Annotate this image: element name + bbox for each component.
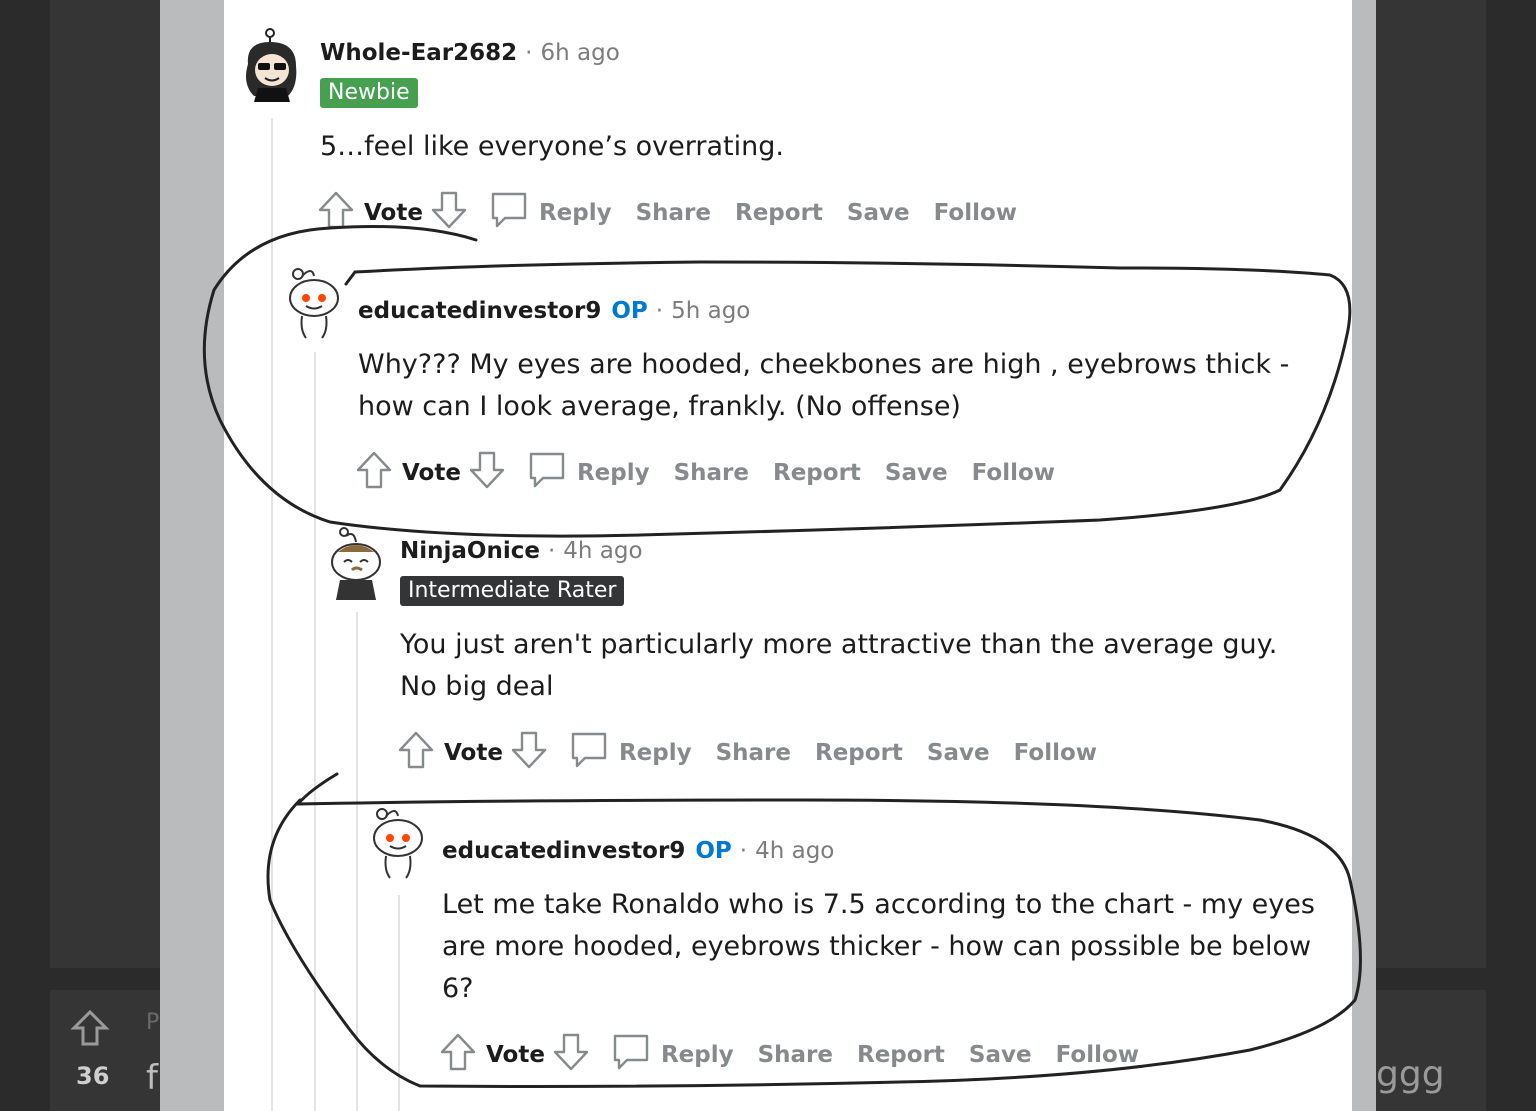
downvote-icon[interactable]: [511, 731, 547, 775]
comment-body-line: You just aren't particularly more attrac…: [400, 629, 1278, 660]
author-name[interactable]: Whole-Ear2682: [320, 40, 517, 66]
comment-meta: Whole-Ear2682 · 6h ago: [320, 40, 620, 66]
comment-body: Why??? My eyes are hooded, cheekbones ar…: [358, 344, 1289, 428]
timestamp[interactable]: 5h ago: [671, 298, 750, 324]
timestamp[interactable]: 4h ago: [563, 538, 642, 564]
comment-actions: Vote Reply Share Report Save Follow: [398, 730, 1097, 776]
comment-body-line: how can I look average, frankly. (No off…: [358, 391, 961, 422]
op-badge: OP: [695, 838, 732, 864]
upvote-icon[interactable]: [440, 1033, 476, 1077]
avatar[interactable]: [328, 524, 388, 606]
author-name[interactable]: educatedinvestor9: [358, 298, 601, 324]
background-text: f: [146, 1058, 158, 1098]
save-button[interactable]: Save: [927, 740, 990, 766]
comment-thread-card: Whole-Ear2682 · 6h ago Newbie 5…feel lik…: [224, 0, 1352, 1111]
share-button[interactable]: Share: [716, 740, 791, 766]
comment-bubble-icon[interactable]: [489, 190, 529, 236]
reply-button[interactable]: Reply: [661, 1042, 734, 1068]
thread-line[interactable]: [314, 352, 316, 1111]
background-text-top: P: [146, 1010, 160, 1035]
comment-body: Let me take Ronaldo who is 7.5 according…: [442, 884, 1315, 1010]
report-button[interactable]: Report: [815, 740, 903, 766]
thread-line[interactable]: [271, 118, 273, 1111]
comment-body-line: Let me take Ronaldo who is 7.5 according…: [442, 889, 1315, 920]
separator-dot: ·: [525, 40, 533, 66]
background-text-tail: ggg: [1376, 1054, 1445, 1095]
share-button[interactable]: Share: [674, 460, 749, 486]
save-button[interactable]: Save: [847, 200, 910, 226]
timestamp[interactable]: 4h ago: [755, 838, 834, 864]
vote-label: Vote: [402, 460, 461, 486]
reply-button[interactable]: Reply: [619, 740, 692, 766]
comment-actions: Vote Reply Share Report Save Follow: [440, 1032, 1139, 1078]
comment-bubble-icon[interactable]: [569, 730, 609, 776]
separator-dot: ·: [739, 838, 748, 864]
comment-body-line: No big deal: [400, 671, 554, 702]
vote-label: Vote: [444, 740, 503, 766]
separator-dot: ·: [547, 538, 556, 564]
share-button[interactable]: Share: [758, 1042, 833, 1068]
comment-actions: Vote Reply Share Report Save Follow: [356, 450, 1055, 496]
avatar[interactable]: [370, 804, 428, 884]
thread-line[interactable]: [356, 612, 358, 1111]
separator-dot: ·: [655, 298, 664, 324]
comment-body-line: Why??? My eyes are hooded, cheekbones ar…: [358, 349, 1290, 380]
comment-body-line: 6?: [442, 973, 474, 1004]
user-flair: Intermediate Rater: [400, 576, 625, 606]
vote-label: Vote: [364, 200, 423, 226]
save-button[interactable]: Save: [885, 460, 948, 486]
background-vote-count: 36: [76, 1062, 110, 1090]
comment-meta: educatedinvestor9 OP · 5h ago: [358, 298, 750, 324]
comment-body: 5…feel like everyone’s overrating.: [320, 131, 784, 162]
report-button[interactable]: Report: [735, 200, 823, 226]
follow-button[interactable]: Follow: [972, 460, 1055, 486]
comment-actions: Vote Reply Share Report Save Follow: [318, 190, 1017, 236]
comment-meta: NinjaOnice · 4h ago: [400, 538, 643, 564]
upvote-icon[interactable]: [398, 731, 434, 775]
save-button[interactable]: Save: [969, 1042, 1032, 1068]
upvote-icon[interactable]: [318, 191, 354, 235]
follow-button[interactable]: Follow: [934, 200, 1017, 226]
downvote-icon[interactable]: [553, 1033, 589, 1077]
comment-meta: educatedinvestor9 OP · 4h ago: [442, 838, 834, 864]
vote-label: Vote: [486, 1042, 545, 1068]
report-button[interactable]: Report: [857, 1042, 945, 1068]
upvote-icon[interactable]: [356, 451, 392, 495]
follow-button[interactable]: Follow: [1056, 1042, 1139, 1068]
reply-button[interactable]: Reply: [539, 200, 612, 226]
avatar[interactable]: [286, 264, 344, 344]
share-button[interactable]: Share: [636, 200, 711, 226]
reply-button[interactable]: Reply: [577, 460, 650, 486]
avatar[interactable]: [238, 28, 304, 106]
comment-bubble-icon[interactable]: [527, 450, 567, 496]
downvote-icon[interactable]: [469, 451, 505, 495]
op-badge: OP: [611, 298, 648, 324]
follow-button[interactable]: Follow: [1014, 740, 1097, 766]
report-button[interactable]: Report: [773, 460, 861, 486]
comment-bubble-icon[interactable]: [611, 1032, 651, 1078]
timestamp[interactable]: 6h ago: [540, 40, 619, 66]
author-name[interactable]: educatedinvestor9: [442, 838, 685, 864]
comment-body: You just aren't particularly more attrac…: [400, 624, 1277, 708]
downvote-icon[interactable]: [431, 191, 467, 235]
author-name[interactable]: NinjaOnice: [400, 538, 540, 564]
background-upvote-icon: [70, 1008, 110, 1052]
comment-body-line: are more hooded, eyebrows thicker - how …: [442, 931, 1312, 962]
thread-line[interactable]: [398, 895, 400, 1111]
user-flair: Newbie: [320, 78, 418, 108]
